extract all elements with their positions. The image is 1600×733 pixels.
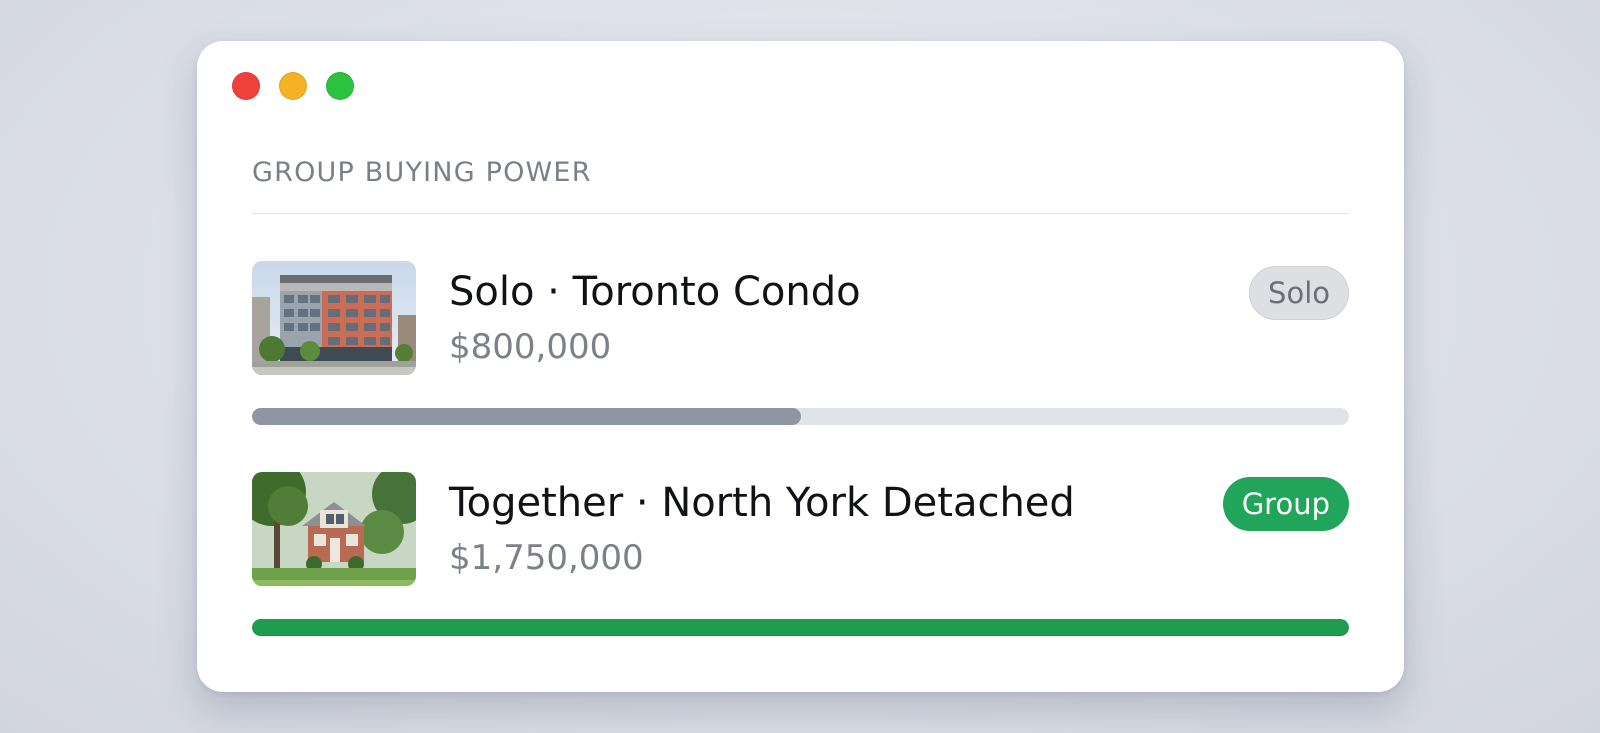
listing-title: Together · North York Detached bbox=[449, 480, 1075, 526]
group-badge: Group bbox=[1222, 477, 1349, 531]
maximize-window-button[interactable] bbox=[326, 72, 354, 100]
solo-progress-bar bbox=[252, 408, 1349, 425]
listing-price: $800,000 bbox=[449, 327, 612, 367]
section-title: GROUP BUYING POWER bbox=[252, 157, 592, 188]
solo-progress-fill bbox=[252, 408, 801, 425]
group-progress-bar bbox=[252, 619, 1349, 636]
section-divider bbox=[252, 213, 1349, 214]
group-progress-fill bbox=[252, 619, 1349, 636]
window-controls bbox=[232, 72, 354, 100]
detached-house-photo bbox=[252, 472, 416, 586]
listing-title: Solo · Toronto Condo bbox=[449, 269, 861, 315]
condo-building-photo bbox=[252, 261, 416, 375]
listing-price: $1,750,000 bbox=[449, 538, 644, 578]
close-window-button[interactable] bbox=[232, 72, 260, 100]
listing-row-solo[interactable]: Solo · Toronto Condo $800,000 Solo bbox=[252, 261, 1349, 376]
listing-row-group[interactable]: Together · North York Detached $1,750,00… bbox=[252, 472, 1349, 587]
minimize-window-button[interactable] bbox=[279, 72, 307, 100]
solo-badge: Solo bbox=[1249, 266, 1349, 320]
